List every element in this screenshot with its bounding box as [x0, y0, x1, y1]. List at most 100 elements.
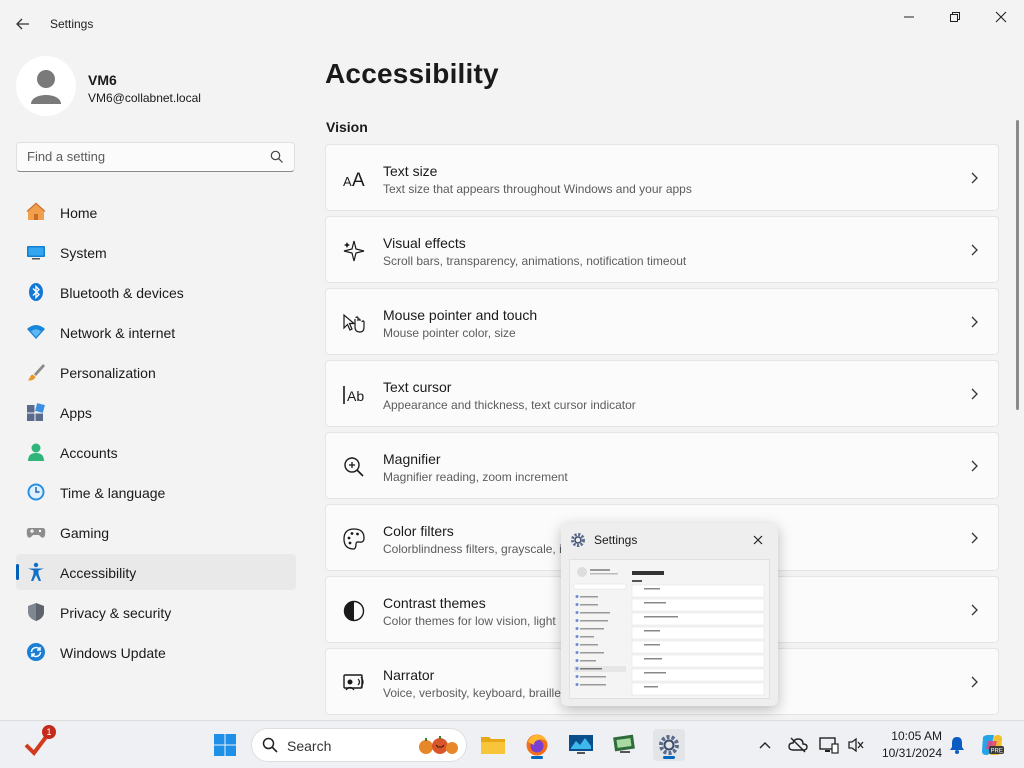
minimize-button[interactable]: [886, 4, 932, 30]
thumbnail-window-preview[interactable]: [569, 559, 770, 699]
sidebar-item-label: Apps: [60, 405, 92, 421]
start-button[interactable]: [209, 729, 241, 761]
taskbar-thumbnail-preview[interactable]: Settings: [561, 523, 778, 706]
sidebar-item-accessibility[interactable]: Accessibility: [16, 554, 296, 590]
sidebar-item-personalization[interactable]: Personalization: [16, 354, 296, 390]
svg-text:PRE: PRE: [991, 749, 1003, 755]
card-title: Color filters: [383, 523, 454, 539]
minimize-icon: [904, 16, 914, 18]
text-size-icon: AA: [343, 170, 365, 191]
card-description: Magnifier reading, zoom increment: [383, 470, 568, 484]
card-description: Scroll bars, transparency, animations, n…: [383, 254, 687, 268]
settings-gear-icon: [571, 533, 585, 547]
svg-text:Ab: Ab: [347, 388, 364, 404]
sidebar-item-system[interactable]: System: [16, 234, 296, 270]
close-icon[interactable]: [750, 532, 766, 548]
user-silhouette-icon: [31, 70, 61, 104]
accessibility-icon: [28, 562, 44, 581]
card-description: Mouse pointer color, size: [383, 326, 516, 340]
tray-overflow-button[interactable]: [750, 729, 780, 761]
brush-icon: [28, 364, 45, 381]
pointer-hand-icon: [343, 313, 365, 333]
sidebar-item-label: Accessibility: [60, 565, 137, 581]
card-title: Visual effects: [383, 235, 466, 251]
restore-icon: [950, 12, 960, 22]
accounts-icon: [28, 443, 44, 461]
shield-icon: [28, 603, 44, 621]
svg-text:A: A: [352, 170, 365, 191]
section-title-vision: Vision: [326, 119, 368, 135]
halloween-pumpkins-icon: [419, 736, 458, 754]
sidebar-item-apps[interactable]: Apps: [16, 394, 296, 430]
app-title: Settings: [50, 17, 94, 31]
close-button[interactable]: [978, 4, 1024, 30]
sidebar-item-privacy-security[interactable]: Privacy & security: [16, 594, 296, 630]
taskbar-firefox[interactable]: [521, 729, 553, 761]
apps-icon: [27, 403, 45, 421]
card-title: Narrator: [383, 667, 435, 683]
sidebar-item-network[interactable]: Network & internet: [16, 314, 296, 350]
sidebar-item-time-language[interactable]: Time & language: [16, 474, 296, 510]
network-monitor-icon: [819, 737, 839, 754]
volume-muted-icon: [848, 737, 864, 753]
terminal-monitor-icon: [613, 734, 635, 753]
magnifier-icon: [344, 457, 364, 477]
sidebar-item-label: Home: [60, 205, 98, 221]
chevron-up-icon: [759, 742, 771, 749]
thumbnail-title: Settings: [594, 533, 638, 547]
sidebar-item-home[interactable]: Home: [16, 194, 296, 230]
system-icon: [27, 246, 45, 260]
search-icon[interactable]: [270, 150, 284, 164]
chevron-right-icon: [971, 172, 978, 184]
taskbar: 1 Search 10:05 AM 10/31/2024 PRE: [0, 720, 1024, 768]
taskbar-vm-console[interactable]: [609, 729, 641, 761]
sidebar-item-windows-update[interactable]: Windows Update: [16, 634, 296, 670]
card-title: Text cursor: [383, 379, 452, 395]
taskbar-search-box[interactable]: Search: [251, 728, 467, 762]
text-cursor-icon: Ab: [343, 386, 364, 404]
card-text-cursor[interactable]: Ab Text cursor Appearance and thickness,…: [325, 360, 999, 427]
tray-network[interactable]: [815, 729, 843, 761]
taskbar-notification-app[interactable]: 1: [20, 725, 56, 761]
sparkle-icon: [343, 240, 365, 262]
taskbar-settings[interactable]: [653, 729, 685, 761]
taskbar-clock-date[interactable]: 10/31/2024: [870, 746, 942, 760]
card-title: Magnifier: [383, 451, 441, 467]
taskbar-remote-desktop[interactable]: [565, 729, 597, 761]
taskbar-clock-time[interactable]: 10:05 AM: [880, 729, 942, 743]
vertical-scrollbar[interactable]: [1016, 120, 1019, 410]
narrator-icon: [343, 674, 364, 691]
running-indicator: [663, 756, 675, 759]
sidebar-item-bluetooth[interactable]: Bluetooth & devices: [16, 274, 296, 310]
copilot-icon: PRE: [982, 735, 1004, 755]
back-button[interactable]: [8, 10, 38, 38]
settings-search[interactable]: [16, 142, 295, 172]
sidebar-item-label: Accounts: [60, 445, 118, 461]
avatar[interactable]: [16, 56, 76, 116]
chevron-right-icon: [971, 460, 978, 472]
tray-volume[interactable]: [843, 729, 869, 761]
user-email: VM6@collabnet.local: [88, 91, 201, 105]
maximize-button[interactable]: [932, 4, 978, 30]
network-icon: [27, 325, 45, 339]
chevron-right-icon: [971, 532, 978, 544]
chevron-right-icon: [971, 676, 978, 688]
card-visual-effects[interactable]: Visual effects Scroll bars, transparency…: [325, 216, 999, 283]
bell-icon: [950, 737, 964, 754]
taskbar-file-explorer[interactable]: [477, 729, 509, 761]
update-icon: [27, 643, 45, 661]
sidebar-item-gaming[interactable]: Gaming: [16, 514, 296, 550]
card-title: Text size: [383, 163, 438, 179]
notification-center-button[interactable]: [944, 729, 970, 761]
chevron-right-icon: [971, 604, 978, 616]
search-icon: [262, 737, 278, 753]
sidebar-item-accounts[interactable]: Accounts: [16, 434, 296, 470]
copilot-button[interactable]: PRE: [976, 729, 1008, 761]
card-text-size[interactable]: AA Text size Text size that appears thro…: [325, 144, 999, 211]
sidebar-item-label: Time & language: [60, 485, 166, 501]
card-mouse-pointer-touch[interactable]: Mouse pointer and touch Mouse pointer co…: [325, 288, 999, 355]
card-description: Color themes for low vision, light: [383, 614, 556, 628]
search-input[interactable]: [27, 149, 267, 164]
tray-onedrive[interactable]: [784, 729, 812, 761]
card-magnifier[interactable]: Magnifier Magnifier reading, zoom increm…: [325, 432, 999, 499]
